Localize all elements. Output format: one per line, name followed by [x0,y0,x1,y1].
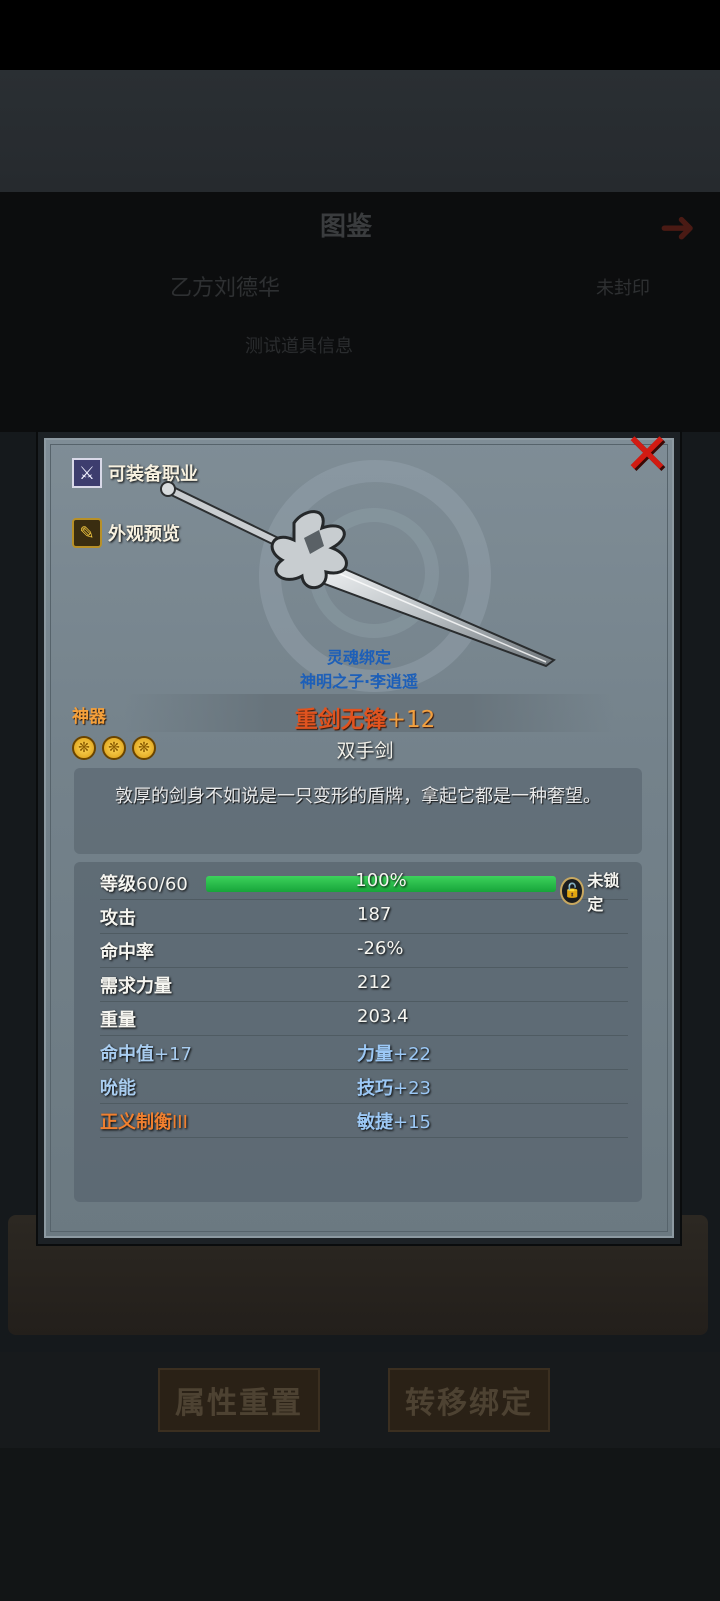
level-label: 等级60/60 [100,870,188,896]
underlying-text-right: 未封印 [596,278,650,299]
bonus-left-name: 吮能 [100,1078,136,1099]
bonus-left: 正义制衡III [100,1108,188,1134]
back-arrow-icon[interactable]: ➜ [659,202,696,253]
level-row: 等级60/60 100% 🔓 未锁定 [100,866,628,914]
stat-row: 攻击 187 [100,900,628,934]
bonus-right-name: 敏捷 [357,1112,393,1133]
bonus-row: 正义制衡III 敏捷+15 [100,1104,628,1138]
stat-label: 需求力量 [100,976,172,997]
item-name: 重剑无锋+12 [44,700,686,734]
status-bar-area [0,0,720,70]
bonus-left-value: +17 [154,1044,192,1065]
bonus-right-name: 力量 [357,1044,393,1065]
bonus-left-name: 命中值 [100,1044,154,1065]
stat-row: 命中率 -26% [100,934,628,968]
item-name-text: 重剑无锋 [294,707,387,733]
close-icon[interactable]: ✕ [618,426,676,484]
underlying-button-bar [0,1352,720,1448]
attribute-reset-button[interactable]: 属性重置 [158,1368,320,1432]
stat-label: 重量 [100,1010,136,1031]
underlying-text-left: 乙方刘德华 [170,276,281,301]
bonus-left-name: 正义制衡 [100,1112,172,1133]
bonus-right-value: +22 [393,1044,431,1065]
owner-name: 神明之子·李逍遥 [299,672,419,691]
stat-value: 203.4 [357,1006,409,1027]
stat-row: 重量 203.4 [100,1002,628,1036]
level-label-text: 等级 [100,874,136,895]
bonus-row: 命中值+17 力量+22 [100,1036,628,1070]
paint-brush-icon: ✎ [72,518,102,548]
bonus-right: 技巧+23 [357,1074,431,1100]
bonus-right-name: 技巧 [357,1078,393,1099]
stats-panel: 等级60/60 100% 🔓 未锁定 攻击 187 命中率 -26% 需求力量 … [74,862,642,1202]
top-banner [0,70,720,192]
stat-row: 需求力量 212 [100,968,628,1002]
underlying-text-mid: 测试道具信息 [245,336,353,357]
item-detail-dialog: ✕ ⚔ 可装备职业 ✎ 外观预览 灵魂绑定 神明之子·李逍遥 神器 重剑无锋+1… [38,426,680,1244]
stat-value: 187 [357,904,392,925]
bonus-right-value: +15 [393,1112,431,1133]
item-enhance-level: +12 [386,707,436,733]
bonus-right-value: +23 [393,1078,431,1099]
bonus-left-value: III [172,1112,188,1133]
item-type: 双手剑 [336,740,394,762]
bonus-right: 力量+22 [357,1040,431,1066]
transfer-bind-button[interactable]: 转移绑定 [388,1368,550,1432]
level-value: 60/60 [136,874,188,895]
bonus-right: 敏捷+15 [357,1108,431,1134]
underlying-header: 图鉴 ➜ 乙方刘德华 未封印 测试道具信息 [0,192,720,432]
stat-label: 命中率 [100,942,154,963]
item-description: 敦厚的剑身不如说是一只变形的盾牌，拿起它都是一种奢望。 [74,768,642,854]
stat-value: 212 [357,972,392,993]
stat-value: -26% [357,938,404,959]
crossed-swords-icon: ⚔ [72,458,102,488]
underlying-footer [0,1448,720,1601]
soul-bind-label: 灵魂绑定 [326,648,391,667]
bonus-left: 吮能 [100,1074,136,1100]
level-progress-text: 100% [355,870,407,891]
underlying-title: 图鉴 [320,212,373,242]
bonus-left: 命中值+17 [100,1040,192,1066]
stat-label: 攻击 [100,908,136,929]
bonus-row: 吮能 技巧+23 [100,1070,628,1104]
